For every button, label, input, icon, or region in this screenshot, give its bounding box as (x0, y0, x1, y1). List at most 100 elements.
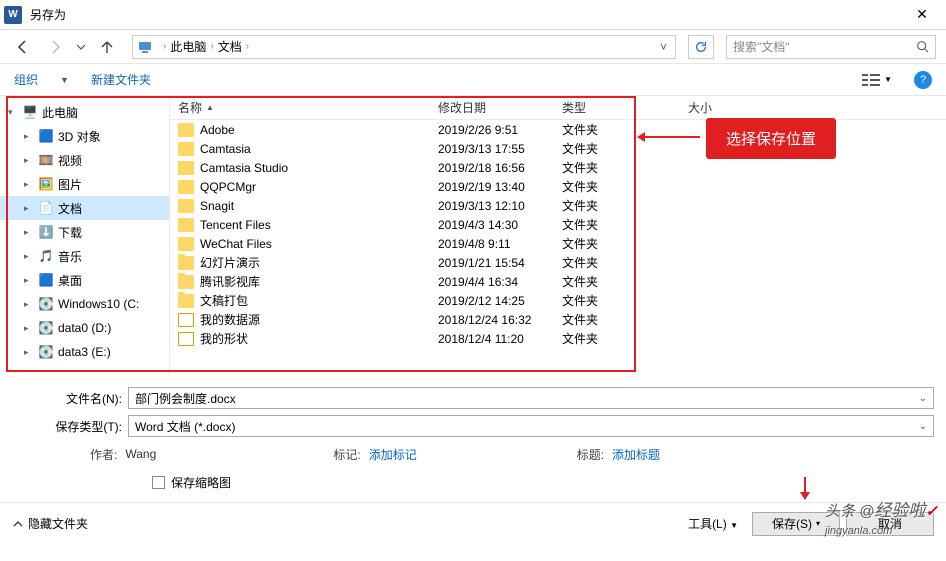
column-headers: 名称▲ 修改日期 类型 大小 (170, 96, 946, 120)
file-row[interactable]: 腾讯影视库2019/4/4 16:34文件夹 (170, 272, 946, 291)
close-button[interactable]: ✕ (902, 0, 942, 30)
expand-icon[interactable]: ▸ (24, 227, 34, 238)
file-row[interactable]: 我的数据源 2018/12/24 16:32文件夹 (170, 310, 946, 329)
organize-menu[interactable]: 组织 (14, 71, 38, 88)
expand-icon[interactable]: ▸ (24, 179, 34, 190)
expand-icon[interactable]: ▸ (24, 299, 34, 310)
music-icon: 🎵 (38, 248, 54, 264)
file-name: 我的数据源 (200, 311, 260, 328)
file-name: 幻灯片演示 (200, 254, 260, 271)
help-button[interactable]: ? (914, 71, 932, 89)
author-value[interactable]: Wang (125, 447, 325, 461)
expand-icon[interactable]: ▸ (24, 251, 34, 262)
forward-button[interactable] (42, 34, 68, 60)
hide-folders-button[interactable]: 隐藏文件夹 (12, 515, 88, 532)
filetype-select[interactable]: Word 文档 (*.docx) ⌄ (128, 415, 934, 437)
annotation-arrow (640, 136, 700, 138)
expand-icon[interactable]: ▸ (24, 347, 34, 358)
tree-label: data3 (E:) (58, 345, 111, 359)
file-type: 文件夹 (554, 235, 638, 252)
tools-menu[interactable]: 工具(L) ▼ (682, 512, 744, 535)
file-name: 我的形状 (200, 330, 248, 347)
title-value[interactable]: 添加标题 (612, 446, 812, 463)
tree-item-7[interactable]: ▸🟦桌面 (0, 268, 169, 292)
tree-item-6[interactable]: ▸🎵音乐 (0, 244, 169, 268)
file-type: 文件夹 (554, 311, 638, 328)
chevron-right-icon: › (163, 41, 166, 52)
folder-icon (178, 180, 194, 194)
file-row[interactable]: Camtasia Studio2019/2/18 16:56文件夹 (170, 158, 946, 177)
chevron-down-icon[interactable]: ▼ (60, 75, 69, 85)
tree-item-5[interactable]: ▸⬇️下载 (0, 220, 169, 244)
save-button[interactable]: 保存(S) ▾ (752, 512, 840, 536)
crumb-this-pc[interactable]: 此电脑 (170, 38, 206, 55)
file-date: 2018/12/24 16:32 (430, 313, 554, 327)
file-name: Camtasia (200, 142, 251, 156)
file-date: 2019/2/18 16:56 (430, 161, 554, 175)
new-folder-button[interactable]: 新建文件夹 (91, 71, 151, 88)
nav-bar: › 此电脑 › 文档 › ˅ 搜索"文档" (0, 30, 946, 64)
view-mode-button[interactable]: ▼ (862, 73, 892, 87)
pc-icon (137, 39, 153, 55)
chevron-down-icon[interactable]: ⌄ (919, 393, 927, 404)
file-name: Adobe (200, 123, 235, 137)
tree-item-1[interactable]: ▸🟦3D 对象 (0, 124, 169, 148)
col-type[interactable]: 类型 (554, 99, 638, 116)
file-row[interactable]: 幻灯片演示2019/1/21 15:54文件夹 (170, 253, 946, 272)
filetype-value: Word 文档 (*.docx) (135, 418, 235, 435)
expand-icon[interactable]: ▾ (8, 107, 18, 118)
search-input[interactable]: 搜索"文档" (726, 35, 936, 59)
cancel-button[interactable]: 取消 (846, 512, 934, 536)
folder-icon (178, 313, 194, 327)
drive-icon: 💽 (38, 320, 54, 336)
breadcrumb[interactable]: › 此电脑 › 文档 › ˅ (132, 35, 676, 59)
file-row[interactable]: 我的形状2018/12/4 11:20文件夹 (170, 329, 946, 348)
up-button[interactable] (94, 34, 120, 60)
breadcrumb-dropdown[interactable]: ˅ (656, 40, 671, 54)
chevron-down-icon[interactable]: ⌄ (919, 421, 927, 432)
crumb-documents[interactable]: 文档 (218, 38, 242, 55)
search-icon[interactable] (916, 40, 929, 53)
expand-icon[interactable]: ▸ (24, 155, 34, 166)
file-type: 文件夹 (554, 254, 638, 271)
tree-item-2[interactable]: ▸🎞️视频 (0, 148, 169, 172)
back-button[interactable] (10, 34, 36, 60)
expand-icon[interactable]: ▸ (24, 131, 34, 142)
tree-label: 3D 对象 (58, 128, 101, 145)
drive-icon: 💽 (38, 344, 54, 360)
video-icon: 🎞️ (38, 152, 54, 168)
col-name[interactable]: 名称▲ (170, 99, 430, 116)
folder-icon (178, 294, 194, 308)
tree-item-3[interactable]: ▸🖼️图片 (0, 172, 169, 196)
file-row[interactable]: WeChat Files2019/4/8 9:11文件夹 (170, 234, 946, 253)
file-row[interactable]: 文稿打包2019/2/12 14:25文件夹 (170, 291, 946, 310)
file-row[interactable]: Snagit2019/3/13 12:10文件夹 (170, 196, 946, 215)
col-date[interactable]: 修改日期 (430, 99, 554, 116)
tree-item-8[interactable]: ▸💽Windows10 (C: (0, 292, 169, 316)
expand-icon[interactable]: ▸ (24, 275, 34, 286)
refresh-button[interactable] (688, 35, 714, 59)
tree-item-9[interactable]: ▸💽data0 (D:) (0, 316, 169, 340)
tree-item-10[interactable]: ▸ 💽 data3 (E:) (0, 340, 169, 364)
file-row[interactable]: QQPCMgr2019/2/19 13:40文件夹 (170, 177, 946, 196)
file-type: 文件夹 (554, 140, 638, 157)
tag-value[interactable]: 添加标记 (369, 446, 569, 463)
history-dropdown[interactable] (74, 34, 88, 60)
thumbnail-checkbox[interactable] (152, 476, 165, 489)
file-row[interactable]: Tencent Files2019/4/3 14:30文件夹 (170, 215, 946, 234)
author-label: 作者: (90, 446, 117, 463)
file-date: 2019/2/19 13:40 (430, 180, 554, 194)
title-bar: W 另存为 ✕ (0, 0, 946, 30)
tree-item-4[interactable]: ▸📄文档 (0, 196, 169, 220)
expand-icon[interactable]: ▸ (24, 203, 34, 214)
col-size[interactable]: 大小 (680, 99, 770, 116)
filename-input[interactable]: 部门例会制度.docx ⌄ (128, 387, 934, 409)
file-type: 文件夹 (554, 159, 638, 176)
tree-item-0[interactable]: ▾🖥️此电脑 (0, 100, 169, 124)
tree-label: 文档 (58, 200, 82, 217)
sort-indicator: ▲ (206, 103, 214, 112)
expand-icon[interactable]: ▸ (24, 323, 34, 334)
dl-icon: ⬇️ (38, 224, 54, 240)
file-date: 2019/2/26 9:51 (430, 123, 554, 137)
filename-label: 文件名(N): (12, 390, 122, 407)
